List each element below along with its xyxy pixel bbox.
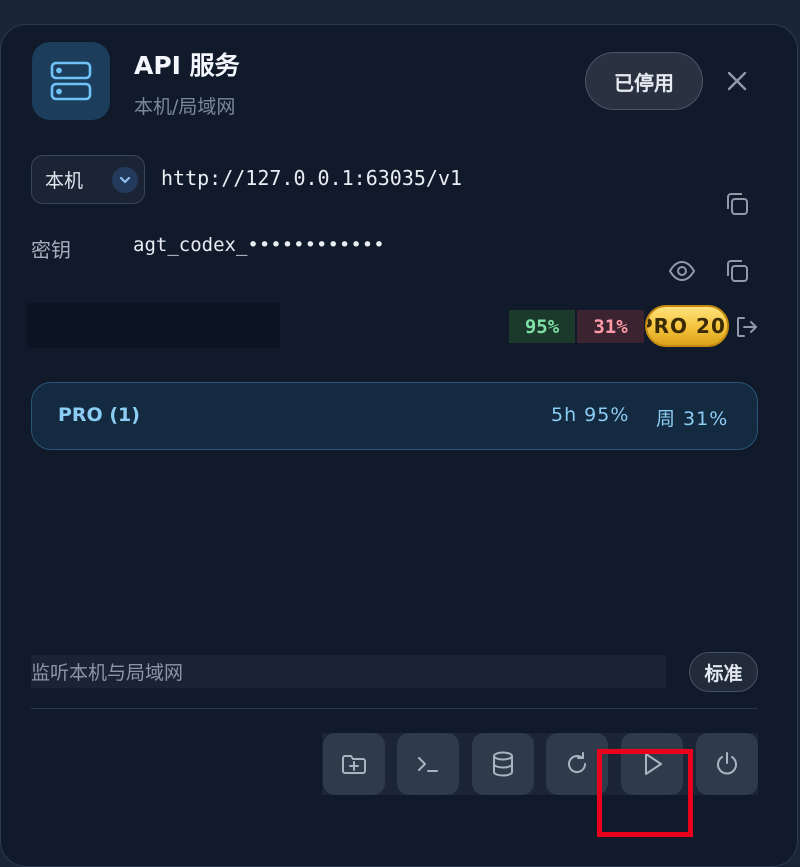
copy-key-icon[interactable] <box>721 255 753 287</box>
endpoint-url: http://127.0.0.1:63035/v1 <box>161 166 463 190</box>
plan-badge: PRO 20X <box>645 305 729 347</box>
listen-address-field[interactable]: 监听本机与局域网 <box>31 655 666 688</box>
plan-name: PRO (1) <box>58 404 140 426</box>
key-label: 密钥 <box>31 238 71 262</box>
listen-placeholder: 监听本机与局域网 <box>31 662 184 684</box>
host-select[interactable]: 本机 <box>31 155 145 204</box>
play-icon[interactable] <box>621 733 683 795</box>
plan-badge-label: PRO 20X <box>647 314 727 338</box>
folder-plus-icon[interactable] <box>323 733 385 795</box>
service-state-button[interactable]: 已停用 <box>585 52 703 110</box>
close-icon[interactable] <box>722 66 752 96</box>
key-value: agt_codex_•••••••••••• <box>133 234 385 256</box>
usage-5h-badge: 95% <box>509 310 575 343</box>
plan-quota-week: 周 31% <box>656 408 729 430</box>
database-icon[interactable] <box>472 733 534 795</box>
page-title: API 服务 <box>134 51 240 80</box>
divider <box>31 708 758 709</box>
mode-button[interactable]: 标准 <box>689 652 758 692</box>
page-subtitle: 本机/局域网 <box>134 96 236 118</box>
refresh-icon[interactable] <box>546 733 608 795</box>
server-icon <box>32 42 110 120</box>
host-select-value: 本机 <box>45 170 84 192</box>
plan-row[interactable]: PRO (1) 5h 95% 周 31% <box>31 382 758 450</box>
plan-quota-5h: 5h 95% <box>551 404 630 426</box>
logout-icon[interactable] <box>734 314 760 340</box>
copy-url-icon[interactable] <box>721 188 753 220</box>
power-icon[interactable] <box>696 733 758 795</box>
eye-icon[interactable] <box>666 255 698 287</box>
chevron-down-icon <box>112 167 138 193</box>
terminal-icon[interactable] <box>397 733 459 795</box>
account-email-redacted <box>27 303 280 348</box>
action-toolbar <box>322 733 758 795</box>
usage-week-badge: 31% <box>577 310 644 343</box>
